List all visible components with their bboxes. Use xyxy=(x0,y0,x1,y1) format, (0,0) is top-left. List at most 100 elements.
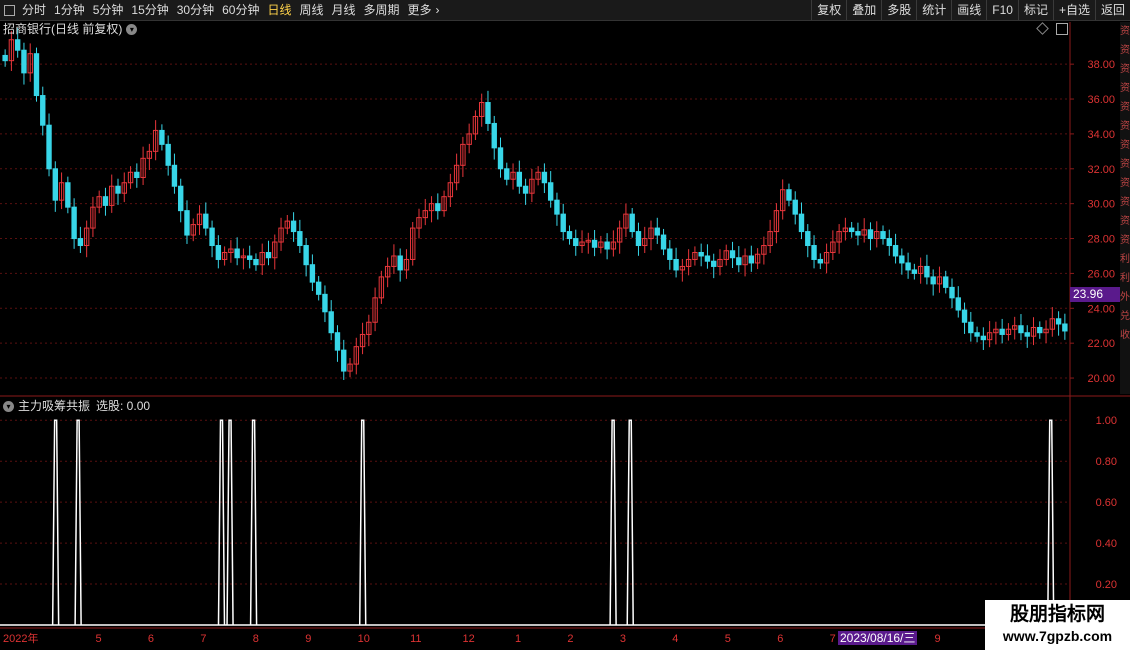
candle-body xyxy=(961,309,968,323)
candle-body xyxy=(102,196,109,206)
candle-body xyxy=(397,255,403,271)
y-tick-label: 30.00 xyxy=(1087,199,1115,211)
candle-body xyxy=(855,231,861,236)
candle-body xyxy=(566,231,573,240)
right-strip-char: 外 xyxy=(1120,292,1130,303)
candle-body xyxy=(46,124,52,170)
signal-spike xyxy=(74,419,82,626)
x-tick-label: 3 xyxy=(620,633,626,645)
right-strip-char: 资 xyxy=(1120,121,1130,132)
y-tick-label: 28.00 xyxy=(1087,234,1115,246)
candle-body xyxy=(115,185,121,194)
signal-spike xyxy=(358,419,367,626)
signal-spike xyxy=(626,419,634,626)
candle-body xyxy=(504,168,510,180)
candle-body xyxy=(265,251,272,259)
candle-body xyxy=(911,269,918,274)
y-tick-label: 32.00 xyxy=(1087,164,1115,176)
right-strip-char: 利 xyxy=(1120,273,1130,284)
y-tick-label: 22.00 xyxy=(1087,338,1115,350)
indicator-tick-label: 0.40 xyxy=(1096,538,1117,550)
candle-body xyxy=(711,260,717,267)
x-tick-label: 2022年 xyxy=(3,631,38,645)
chevron-down-icon[interactable]: ▾ xyxy=(126,23,138,35)
candle-body xyxy=(21,49,27,74)
signal-spike xyxy=(217,419,226,626)
candle-body xyxy=(77,238,84,247)
indicator-title-bar: ▾ 主力吸筹共振 选股: 0.00 xyxy=(3,399,150,413)
x-tick-label: 11 xyxy=(410,633,421,645)
right-strip-char: 资 xyxy=(1120,197,1130,208)
candle-body xyxy=(604,241,610,250)
candle-body xyxy=(334,332,341,351)
x-tick-label: 8 xyxy=(253,633,259,645)
candle-body xyxy=(930,276,936,285)
candle-body xyxy=(71,206,77,240)
y-tick-label: 26.00 xyxy=(1087,268,1115,280)
indicator-tick-label: 0.60 xyxy=(1096,497,1117,509)
candle-body xyxy=(811,245,817,260)
x-tick-label: 10 xyxy=(358,633,370,645)
candle-body xyxy=(949,286,955,299)
indicator-tick-label: 0.80 xyxy=(1096,456,1117,468)
y-tick-label: 34.00 xyxy=(1087,129,1115,141)
candle-body xyxy=(943,276,949,288)
right-strip-char: 资 xyxy=(1120,26,1130,37)
right-strip-char: 资 xyxy=(1120,140,1130,151)
watermark: 股朋指标网 www.7gpzb.com xyxy=(985,600,1130,650)
candle-body xyxy=(184,210,190,236)
signal-spike xyxy=(249,419,258,626)
right-strip-char: 利 xyxy=(1120,254,1130,265)
watermark-url: www.7gpzb.com xyxy=(1002,628,1113,644)
candle-body xyxy=(341,349,347,372)
candle-body xyxy=(2,54,8,62)
candle-body xyxy=(905,262,911,271)
candle-body xyxy=(554,199,560,215)
panel-toggle-icon[interactable] xyxy=(1056,23,1068,35)
x-tick-label: 7 xyxy=(830,633,836,645)
candle-body xyxy=(880,231,886,240)
right-strip-char: 资 xyxy=(1120,64,1130,75)
candle-body xyxy=(165,143,171,166)
signal-spike xyxy=(226,419,234,626)
candle-body xyxy=(968,321,974,334)
candle-body xyxy=(736,257,742,266)
candle-body xyxy=(635,231,642,247)
kline-chart[interactable]: 38.00 36.00 34.00 32.00 30.00 28.00 26.00 24.00… xyxy=(0,0,1130,650)
candle-body xyxy=(297,231,303,247)
right-strip-char: 资 xyxy=(1120,102,1130,113)
candle-body xyxy=(999,328,1005,335)
candle-body xyxy=(309,264,316,283)
candle-body xyxy=(328,311,334,334)
indicator-tick-label: 0.20 xyxy=(1096,579,1117,591)
y-tick-label: 20.00 xyxy=(1087,373,1115,385)
candle-body xyxy=(817,258,824,264)
candle-body xyxy=(1037,326,1043,334)
candle-body xyxy=(955,297,961,311)
candle-body xyxy=(660,234,667,250)
candle-body xyxy=(899,255,905,264)
current-price-tag: 23.96 xyxy=(1070,287,1120,302)
candle-body xyxy=(203,213,209,229)
candle-body xyxy=(886,238,892,247)
x-tick-label: 4 xyxy=(672,633,678,645)
candle-body xyxy=(924,265,930,278)
candle-body xyxy=(322,293,328,313)
candle-body xyxy=(1055,318,1062,325)
main-chart-title-bar: 招商银行(日线 前复权) ▾ xyxy=(3,22,138,36)
candle-body xyxy=(573,238,579,247)
y-tick-label: 24.00 xyxy=(1087,303,1115,315)
candle-body xyxy=(1062,323,1068,332)
candle-body xyxy=(667,248,673,260)
right-strip-char: 资 xyxy=(1120,83,1130,94)
x-tick-label: 9 xyxy=(935,633,941,645)
x-tick-label: 12 xyxy=(463,633,475,645)
candle-body xyxy=(159,129,165,145)
chevron-down-icon[interactable]: ▾ xyxy=(3,400,14,412)
candle-body xyxy=(654,227,660,236)
candle-body xyxy=(848,227,855,233)
candle-body xyxy=(14,39,21,51)
candle-body xyxy=(253,258,259,266)
candle-body xyxy=(33,53,40,97)
indicator-value: 选股: 0.00 xyxy=(96,399,151,413)
